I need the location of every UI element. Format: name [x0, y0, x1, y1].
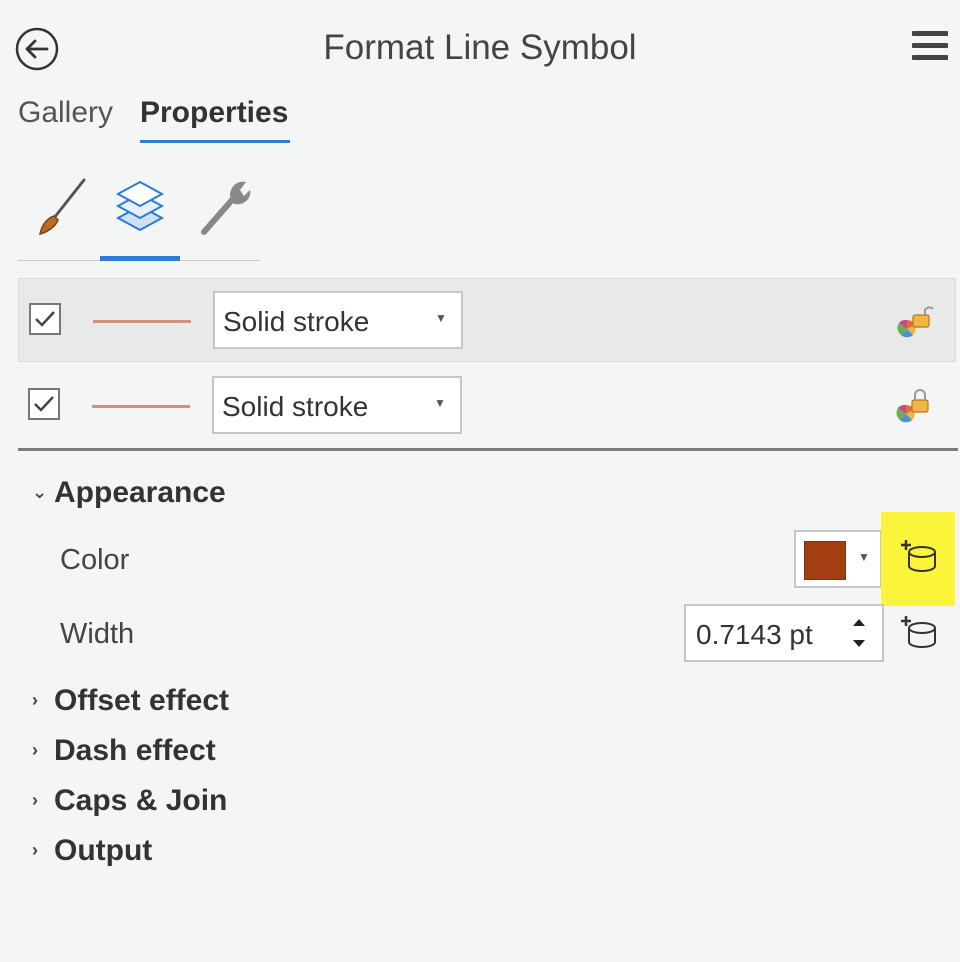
caps-join-section-toggle[interactable]: › Caps & Join: [32, 784, 227, 818]
stroke-preview: [92, 405, 190, 408]
layers-icon[interactable]: [100, 170, 180, 250]
tab-properties[interactable]: Properties: [140, 96, 288, 130]
chevron-right-icon: ›: [32, 840, 38, 860]
stroke-preview: [93, 320, 191, 323]
section-label: Caps & Join: [54, 784, 228, 817]
locked-color-lock-icon[interactable]: [894, 386, 934, 426]
dash-effect-section-toggle[interactable]: › Dash effect: [32, 734, 216, 768]
caret-down-icon: ▼: [434, 396, 446, 410]
unlocked-color-lock-icon[interactable]: [895, 301, 935, 341]
properties-subtabs: [18, 170, 260, 261]
color-swatch: [804, 541, 846, 580]
layer-visibility-checkbox[interactable]: [29, 303, 61, 335]
offset-effect-section-toggle[interactable]: › Offset effect: [32, 684, 229, 718]
chevron-right-icon: ›: [32, 690, 38, 710]
color-picker-button[interactable]: ▼: [794, 530, 882, 588]
tab-gallery[interactable]: Gallery: [18, 96, 113, 130]
width-label: Width: [60, 618, 135, 650]
paintbrush-icon[interactable]: [18, 170, 98, 250]
section-label: Output: [54, 834, 153, 867]
layer-type-dropdown[interactable]: Solid stroke ▼: [212, 376, 462, 434]
section-label: Offset effect: [54, 684, 230, 717]
wrench-icon[interactable]: [182, 170, 262, 250]
layer-type-label: Solid stroke: [222, 391, 369, 422]
layer-type-label: Solid stroke: [223, 306, 370, 337]
width-value[interactable]: 0.7143 pt: [696, 619, 813, 651]
active-subtab-indicator: [100, 256, 180, 261]
color-label: Color: [60, 544, 130, 576]
output-section-toggle[interactable]: › Output: [32, 834, 152, 868]
symbol-layer-row[interactable]: Solid stroke ▼: [18, 364, 956, 448]
spin-down-icon[interactable]: [846, 634, 872, 654]
caret-down-icon: ▼: [435, 311, 447, 325]
appearance-heading: Appearance: [54, 476, 226, 509]
caret-down-icon: ▼: [858, 550, 870, 564]
spin-up-icon[interactable]: [846, 612, 872, 632]
pane-header: Format Line Symbol: [0, 0, 960, 96]
chevron-right-icon: ›: [32, 740, 38, 760]
chevron-down-icon: ⌄: [32, 482, 48, 502]
attribute-mapping-icon[interactable]: [898, 612, 942, 656]
chevron-right-icon: ›: [32, 790, 38, 810]
symbol-layer-row[interactable]: Solid stroke ▼: [18, 278, 956, 362]
layer-type-dropdown[interactable]: Solid stroke ▼: [213, 291, 463, 349]
hamburger-menu-icon[interactable]: [910, 26, 950, 66]
appearance-section-toggle[interactable]: ⌄ Appearance: [32, 476, 226, 510]
section-label: Dash effect: [54, 734, 216, 767]
attribute-mapping-icon[interactable]: [898, 536, 942, 580]
active-tab-indicator: [140, 140, 290, 143]
layer-visibility-checkbox[interactable]: [28, 388, 60, 420]
section-divider: [18, 448, 958, 451]
pane-title: Format Line Symbol: [323, 28, 637, 67]
width-input[interactable]: 0.7143 pt: [684, 604, 884, 662]
